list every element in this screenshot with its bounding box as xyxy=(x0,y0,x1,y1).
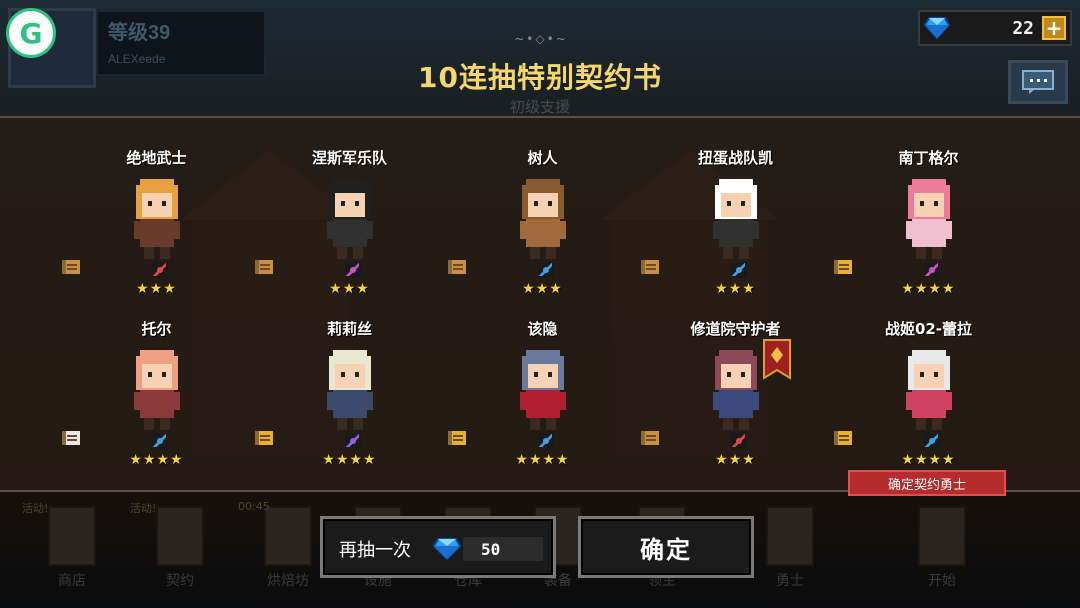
contract-scroll-icon xyxy=(62,431,80,445)
hero-card[interactable]: 绝地武士 ★★★ xyxy=(60,117,253,297)
hero-name: 莉莉丝 xyxy=(326,320,372,338)
hero-name: 树人 xyxy=(527,149,558,167)
title-ornament: ~•◇•~ xyxy=(514,32,568,46)
bird-icon xyxy=(538,433,554,449)
add-gems-button[interactable]: + xyxy=(1042,16,1066,40)
nav-icon xyxy=(264,506,312,566)
hero-sprite xyxy=(134,350,180,430)
hero-sprite xyxy=(327,179,373,259)
nav-item[interactable]: 勇士 xyxy=(740,500,840,600)
nav-icon xyxy=(156,506,204,566)
hero-card[interactable]: 扭蛋战队凯 ★★★ xyxy=(639,117,832,297)
page-title: 10连抽特别契约书 xyxy=(418,61,662,94)
bird-icon xyxy=(731,262,747,278)
hero-name: 战姬02-蕾拉 xyxy=(884,320,973,338)
hero-card[interactable]: 战姬02-蕾拉 ★★★★ xyxy=(832,288,1025,468)
nav-label: 契约 xyxy=(166,573,194,589)
contract-scroll-icon xyxy=(641,431,659,445)
hero-name: 扭蛋战队凯 xyxy=(697,149,773,167)
player-level: 等级39 xyxy=(108,22,171,44)
hero-card[interactable]: 涅斯军乐队 ★★★ xyxy=(253,117,446,297)
hero-card[interactable]: 托尔 ★★★★ xyxy=(60,288,253,468)
hero-name: 涅斯军乐队 xyxy=(311,149,387,167)
potion-icon xyxy=(924,262,940,278)
hero-sprite xyxy=(134,179,180,259)
contract-scroll-icon xyxy=(448,260,466,274)
gem-counter: 22 + xyxy=(918,10,1072,46)
hero-name: 南丁格尔 xyxy=(898,149,959,167)
nav-badge: 活动! xyxy=(130,502,157,515)
hero-sprite xyxy=(520,179,566,259)
hero-sprite xyxy=(906,179,952,259)
sword-icon xyxy=(152,262,168,278)
contract-scroll-icon xyxy=(834,431,852,445)
contract-scroll-icon xyxy=(255,260,273,274)
contract-scroll-icon xyxy=(255,431,273,445)
nav-label: 开始 xyxy=(928,573,956,589)
nav-icon xyxy=(918,506,966,566)
nav-icon xyxy=(48,506,96,566)
draw-cost: 50 xyxy=(481,540,501,559)
contract-scroll-icon xyxy=(448,431,466,445)
gem-count: 22 xyxy=(1012,18,1034,39)
contract-scroll-icon xyxy=(641,260,659,274)
guild-banner-icon xyxy=(763,339,791,380)
hero-stars: ★★★★ xyxy=(322,452,377,468)
gem-icon xyxy=(433,538,461,561)
bird-icon xyxy=(152,433,168,449)
hero-name: 修道院守护者 xyxy=(690,320,781,338)
nav-icon xyxy=(766,506,814,566)
draw-cost-box: 50 xyxy=(463,537,543,561)
nav-badge: 活动! xyxy=(22,502,49,515)
draw-again-button[interactable]: 再抽一次 50 xyxy=(320,516,556,578)
hero-card[interactable]: 该隐 ★★★★ xyxy=(446,288,639,468)
g-logo-icon[interactable]: G xyxy=(6,8,56,58)
nav-item[interactable]: 活动! 契约 xyxy=(130,500,230,600)
hero-name: 该隐 xyxy=(527,320,558,338)
hero-card[interactable]: 修道院守护者 ★★★ xyxy=(639,288,832,468)
confirm-button[interactable]: 确定 xyxy=(578,516,754,578)
hero-sprite xyxy=(906,350,952,430)
bird-icon xyxy=(538,262,554,278)
hero-stars: ★★★★ xyxy=(515,452,570,468)
sword-icon xyxy=(731,433,747,449)
draw-again-label: 再抽一次 xyxy=(339,540,411,561)
hero-card[interactable]: 树人 ★★★ xyxy=(446,117,639,297)
hero-card[interactable]: 南丁格尔 ★★★★ xyxy=(832,117,1025,297)
hero-stars: ★★★★ xyxy=(129,452,184,468)
nav-item[interactable]: 开始 xyxy=(892,500,992,600)
potion-icon xyxy=(345,262,361,278)
nav-label: 商店 xyxy=(58,573,86,589)
nav-label: 勇士 xyxy=(776,573,804,589)
top-bar: G 等级39 ALEXeede 22 + ~•◇•~ 10连抽特别契约书 初级支… xyxy=(0,0,1080,116)
hero-name: 托尔 xyxy=(141,320,172,338)
staff-icon xyxy=(345,433,361,449)
page-subtitle: 初级支援 xyxy=(509,98,570,116)
bird-icon xyxy=(924,433,940,449)
contract-scroll-icon xyxy=(62,260,80,274)
nav-badge: 00:45 xyxy=(238,500,270,513)
nav-item[interactable]: 活动! 商店 xyxy=(22,500,122,600)
hero-name: 绝地武士 xyxy=(126,149,187,167)
hero-sprite xyxy=(713,350,759,430)
hero-sprite xyxy=(327,350,373,430)
hero-stars: ★★★★ xyxy=(901,452,956,468)
hero-stars: ★★★ xyxy=(715,452,756,468)
gem-icon xyxy=(924,17,950,40)
contract-scroll-icon xyxy=(834,260,852,274)
hero-card[interactable]: 莉莉丝 ★★★★ xyxy=(253,288,446,468)
hero-sprite xyxy=(520,350,566,430)
hero-sprite xyxy=(713,179,759,259)
